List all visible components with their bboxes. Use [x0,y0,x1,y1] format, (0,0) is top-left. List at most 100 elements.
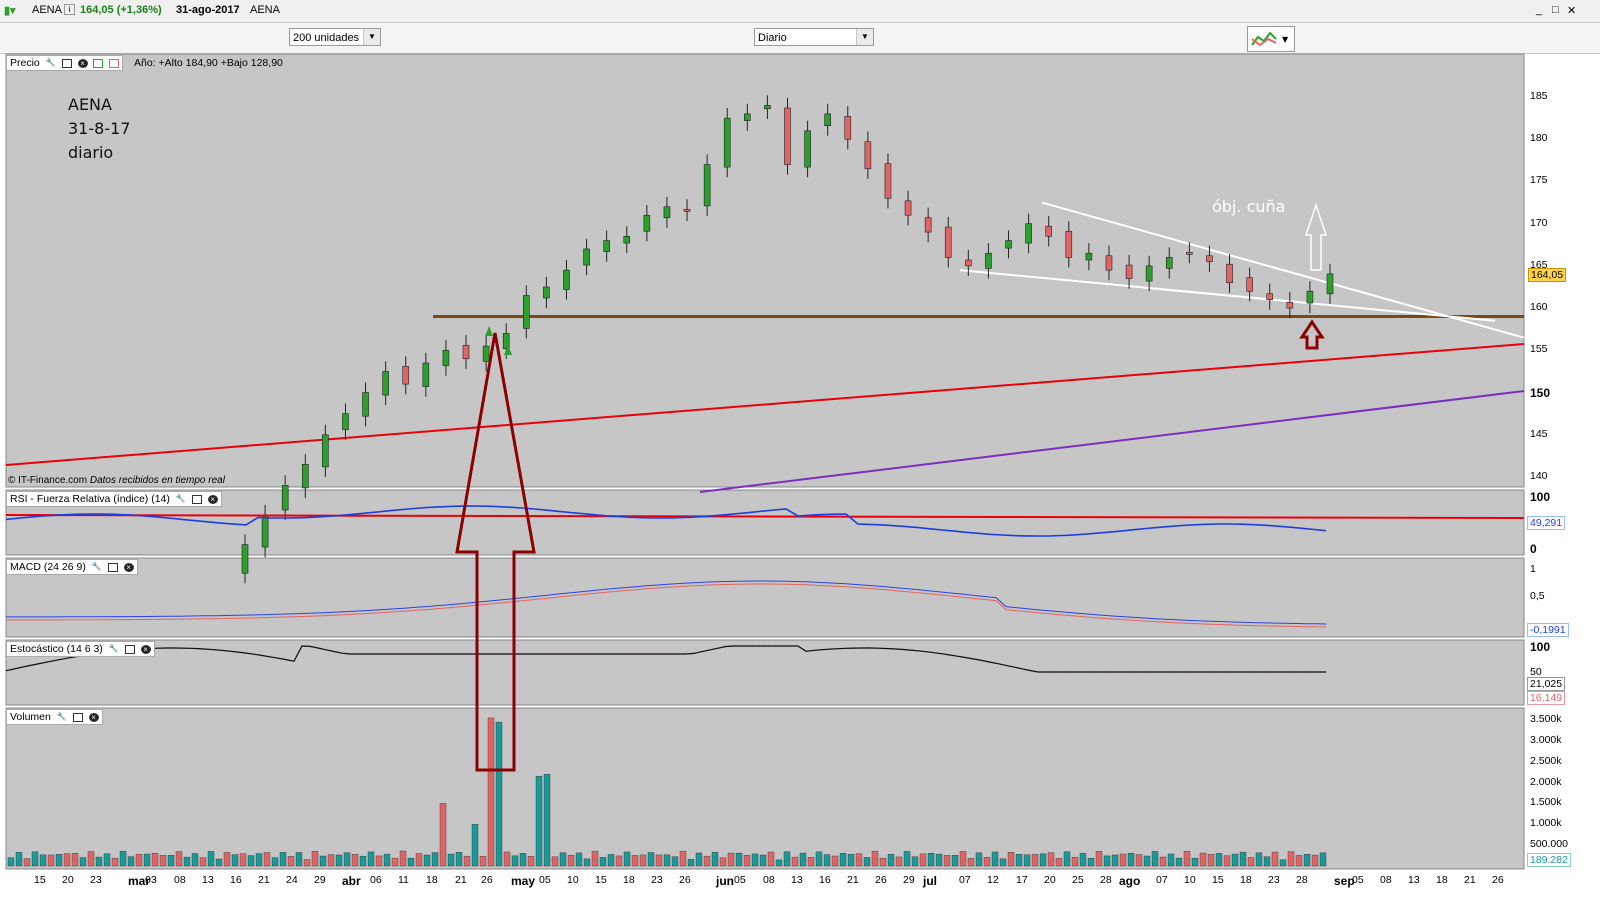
volume-bar [399,850,407,867]
wedge-target-label: óbj. cuña [1212,197,1286,216]
candle-body [603,240,610,252]
x-tick-label: 08 [1380,874,1392,886]
volume-bar [359,855,367,867]
volume-bar [599,857,607,867]
remove-icon[interactable] [109,58,120,68]
volume-bar [1263,856,1271,867]
close-icon[interactable]: × [207,494,218,504]
price-tick: 170 [1530,216,1548,229]
volume-bar [511,855,519,867]
close-icon[interactable]: × [123,562,134,572]
candle-body [623,236,631,244]
volume-bar [1175,857,1183,867]
candle-body [442,350,450,366]
chart-canvas [5,53,1525,870]
wrench-icon[interactable]: 🔧 [92,562,102,572]
x-tick-label: 15 [1212,874,1224,886]
close-icon[interactable]: × [88,712,99,722]
volume-bar [207,851,215,867]
wrench-icon[interactable]: 🔧 [57,712,67,722]
volume-bar [135,854,143,867]
candle-body [924,217,932,233]
price-tick: 145 [1530,427,1548,440]
window-icon[interactable] [72,712,83,722]
volume-bar [167,855,175,867]
volume-bar [783,851,791,867]
window-icon[interactable] [107,562,118,572]
rsi-value-tag: 49,291 [1527,516,1566,530]
wrench-icon[interactable]: 🔧 [109,644,119,654]
volume-bar [1055,858,1063,867]
price-panel-label[interactable]: Precio 🔧 × [6,55,124,71]
volume-bar [1087,857,1095,867]
volume-bar [1023,854,1031,867]
volume-bar [455,852,463,867]
candle-body [322,434,329,468]
volume-bar [847,853,855,867]
x-tick-label: 20 [1044,874,1056,886]
candle-body [784,107,791,165]
x-tick-label: 26 [679,874,691,886]
volume-bar [831,855,839,867]
volume-bar [1255,852,1263,867]
volume-bar [335,854,343,867]
volume-bar [679,850,687,867]
wrench-icon[interactable]: 🔧 [176,494,186,504]
export-icon[interactable] [93,58,104,68]
x-tick-label: 18 [1436,874,1448,886]
stoch-panel-label[interactable]: Estocástico (14 6 3) 🔧 × [6,641,155,657]
volume-bar [103,853,111,867]
rsi-panel-label[interactable]: RSI - Fuerza Relativa (índice) (14) 🔧 × [6,491,222,507]
volume-bar [231,854,239,867]
x-tick-label: 07 [959,874,971,886]
window-icon[interactable] [61,58,72,68]
macd-panel-label[interactable]: MACD (24 26 9) 🔧 × [6,559,138,575]
x-tick-label: 21 [1464,874,1476,886]
window-icon[interactable] [124,644,135,654]
volume-bar [343,852,351,867]
window-icon[interactable] [191,494,202,504]
x-tick-label: 08 [174,874,186,886]
x-tick-label: 15 [34,874,46,886]
volume-bar [319,855,327,867]
volume-bar [471,824,479,867]
volume-bar [871,850,879,867]
candle-body [744,113,751,121]
volume-bar [1279,859,1287,867]
close-icon[interactable]: × [140,644,151,654]
volume-bar [447,853,455,867]
close-icon[interactable]: × [77,58,88,68]
volume-bar [551,856,559,867]
volume-bar [223,852,231,867]
volume-bar [199,857,207,867]
x-tick-label: 20 [62,874,74,886]
volume-bar [1239,851,1247,867]
volume-bar [703,855,711,867]
volume-bar [1207,854,1215,867]
macd-label-text: MACD (24 26 9) [10,561,86,573]
candle-body [683,209,691,212]
volume-bar [1071,856,1079,867]
x-tick-label: 25 [1072,874,1084,886]
volume-bar [1319,852,1327,867]
candle-body [1065,230,1073,258]
volume-bar [159,855,167,867]
volume-panel-label[interactable]: Volumen 🔧 × [6,709,103,725]
volume-bar [143,853,151,867]
volume-bar [215,858,223,867]
wrench-icon[interactable]: 🔧 [46,58,56,68]
volume-bar [935,853,943,867]
volume-bar [767,851,775,867]
volume-bar [815,851,823,867]
volume-bar [263,852,271,867]
annotation-box: AENA 31-8-17 diario [68,93,130,165]
volume-bar [775,859,783,867]
candle-body [482,345,490,362]
volume-bar [743,855,751,867]
x-tick-label: abr [342,874,361,888]
candle-body [844,116,852,140]
price-tick: 185 [1530,90,1548,102]
volume-bar [1111,854,1119,867]
candle-body [703,164,711,207]
candle-body [583,248,590,266]
